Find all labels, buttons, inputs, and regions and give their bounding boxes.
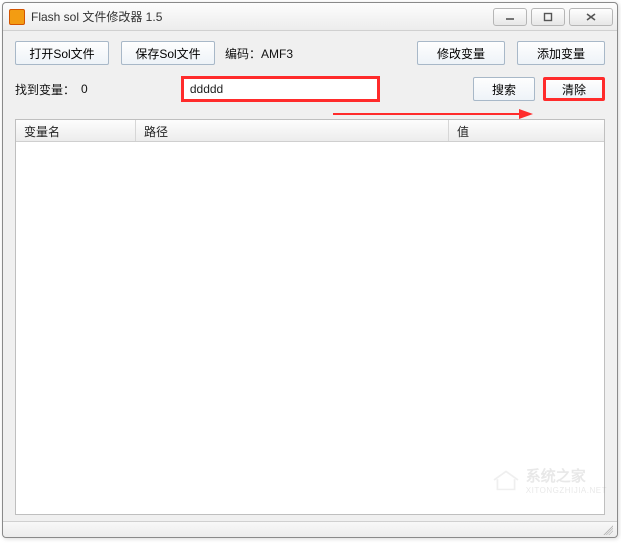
clear-button[interactable]: 清除 [543,77,605,101]
minimize-icon [505,12,515,22]
app-icon [9,9,25,25]
minimize-button[interactable] [493,8,527,26]
encoding-label-text: 编码： [225,47,261,61]
save-sol-button[interactable]: 保存Sol文件 [121,41,215,65]
close-icon [585,12,597,22]
maximize-button[interactable] [531,8,565,26]
table-header: 变量名 路径 值 [16,120,604,142]
resize-grip[interactable] [599,525,613,535]
modify-variable-button[interactable]: 修改变量 [417,41,505,65]
found-label: 找到变量： [15,81,75,98]
column-variable-name[interactable]: 变量名 [16,120,136,141]
encoding-label: 编码：AMF3 [225,45,293,62]
search-button[interactable]: 搜索 [473,77,535,101]
maximize-icon [543,12,553,22]
content-area: 打开Sol文件 保存Sol文件 编码：AMF3 修改变量 添加变量 找到变量： … [3,31,617,521]
search-input[interactable] [183,78,378,100]
variables-table: 变量名 路径 值 [15,119,605,515]
column-value[interactable]: 值 [449,120,604,141]
column-path[interactable]: 路径 [136,120,449,141]
app-window: Flash sol 文件修改器 1.5 打开Sol文件 保存Sol文件 编码：A… [2,2,618,538]
add-variable-button[interactable]: 添加变量 [517,41,605,65]
close-button[interactable] [569,8,613,26]
encoding-value: AMF3 [261,47,293,61]
table-body[interactable] [16,142,604,514]
statusbar [3,521,617,537]
found-count: 0 [81,82,88,96]
open-sol-button[interactable]: 打开Sol文件 [15,41,109,65]
titlebar[interactable]: Flash sol 文件修改器 1.5 [3,3,617,31]
toolbar-row: 打开Sol文件 保存Sol文件 编码：AMF3 修改变量 添加变量 [15,41,605,65]
window-title: Flash sol 文件修改器 1.5 [31,8,489,25]
search-row: 找到变量： 0 搜索 清除 [15,77,605,101]
